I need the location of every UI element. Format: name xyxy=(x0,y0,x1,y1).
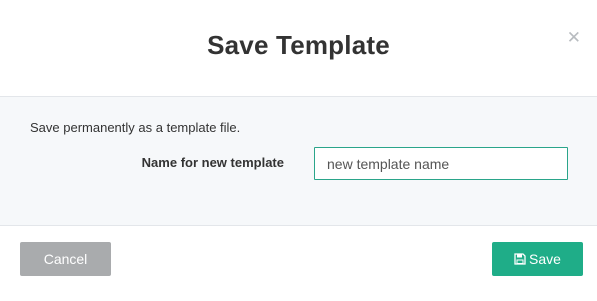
floppy-disk-icon xyxy=(514,253,526,265)
save-button[interactable]: Save xyxy=(492,242,583,276)
dialog-footer: Cancel Save xyxy=(0,226,597,301)
template-name-label: Name for new template xyxy=(141,155,284,170)
close-icon[interactable]: ✕ xyxy=(567,29,581,46)
cancel-button[interactable]: Cancel xyxy=(20,242,111,276)
cancel-button-label: Cancel xyxy=(43,251,88,267)
dialog-header: Save Template ✕ xyxy=(0,0,597,97)
save-button-label: Save xyxy=(529,251,561,267)
dialog-title: Save Template xyxy=(207,30,390,60)
template-name-input[interactable] xyxy=(314,147,568,180)
description-text: Save permanently as a template file. xyxy=(30,120,241,135)
dialog-body: Save permanently as a template file. Nam… xyxy=(0,97,597,226)
save-template-dialog: Save Template ✕ Save permanently as a te… xyxy=(0,0,597,301)
